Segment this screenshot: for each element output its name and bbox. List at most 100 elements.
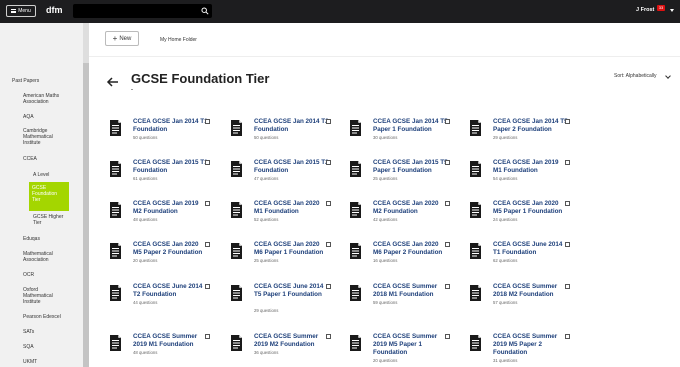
resource-card[interactable]: CCEA GCSE Jan 2019 M1 Foundation 54 quest…: [467, 159, 573, 192]
select-checkbox[interactable]: [205, 201, 210, 206]
card-title[interactable]: CCEA GCSE Jan 2020 M6 Paper 2 Foundation: [373, 241, 449, 257]
card-title[interactable]: CCEA GCSE Jan 2015 T2 Foundation: [254, 159, 330, 175]
card-title[interactable]: CCEA GCSE Jan 2020 M5 Paper 2 Foundation: [133, 241, 209, 257]
sidebar-item-sats[interactable]: SATs: [23, 329, 34, 335]
sidebar-item-eduqas[interactable]: Eduqas: [23, 236, 40, 242]
card-title[interactable]: CCEA GCSE Summer 2019 M2 Foundation: [254, 333, 330, 349]
sidebar-item-gcse-higher-tier[interactable]: GCSE Higher Tier: [33, 214, 69, 226]
resource-card[interactable]: CCEA GCSE Jan 2020 M2 Foundation 42 quest…: [347, 200, 453, 233]
sidebar-item-a-level[interactable]: A Level: [33, 172, 49, 178]
select-checkbox[interactable]: [326, 119, 331, 124]
resource-card[interactable]: CCEA GCSE June 2014 T1 Foundation 62 ques…: [467, 241, 573, 274]
card-title[interactable]: CCEA GCSE Jan 2019 M2 Foundation: [133, 200, 209, 216]
sidebar-item-oxford[interactable]: Oxford Mathematical Institute: [23, 287, 61, 305]
card-title[interactable]: CCEA GCSE Jan 2020 M1 Foundation: [254, 200, 330, 216]
resource-card[interactable]: CCEA GCSE Jan 2015 T1 Foundation 61 quest…: [107, 159, 213, 192]
select-checkbox[interactable]: [445, 119, 450, 124]
card-title[interactable]: CCEA GCSE Summer 2019 M5 Paper 2 Foundat…: [493, 333, 569, 357]
sidebar-item-ocr[interactable]: OCR: [23, 272, 34, 278]
resource-card[interactable]: CCEA GCSE Jan 2014 T5 Paper 1 Foundation…: [347, 118, 453, 151]
card-title[interactable]: CCEA GCSE Jan 2015 T5 Paper 1 Foundation: [373, 159, 449, 175]
sidebar-item-sqa[interactable]: SQA: [23, 344, 34, 350]
select-checkbox[interactable]: [565, 201, 570, 206]
resource-card[interactable]: CCEA GCSE Jan 2014 T5 Paper 2 Foundation…: [467, 118, 573, 151]
resource-card[interactable]: CCEA GCSE June 2014 T5 Paper 1 Foundatio…: [228, 283, 334, 316]
resource-card[interactable]: CCEA GCSE Jan 2014 T1 Foundation 50 quest…: [107, 118, 213, 151]
select-checkbox[interactable]: [565, 160, 570, 165]
select-checkbox[interactable]: [326, 160, 331, 165]
user-name[interactable]: J Frost: [636, 7, 654, 13]
resource-card[interactable]: CCEA GCSE Summer 2019 M1 Foundation 48 qu…: [107, 333, 213, 366]
back-arrow-icon[interactable]: [106, 75, 120, 89]
resource-card[interactable]: CCEA GCSE Jan 2020 M1 Foundation 52 quest…: [228, 200, 334, 233]
menu-button[interactable]: Menu: [6, 5, 36, 17]
resource-card[interactable]: CCEA GCSE Summer 2019 M5 Paper 1 Foundat…: [347, 333, 453, 366]
resource-card[interactable]: CCEA GCSE Jan 2014 T2 Foundation 50 quest…: [228, 118, 334, 151]
select-checkbox[interactable]: [205, 242, 210, 247]
card-title[interactable]: CCEA GCSE June 2014 T2 Foundation: [133, 283, 209, 299]
card-title[interactable]: CCEA GCSE June 2014 T5 Paper 1 Foundatio…: [254, 283, 330, 299]
select-checkbox[interactable]: [205, 284, 210, 289]
select-checkbox[interactable]: [326, 242, 331, 247]
sidebar-item-gcse-foundation-tier[interactable]: GCSE Foundation Tier: [29, 182, 69, 211]
select-checkbox[interactable]: [326, 284, 331, 289]
sort-dropdown[interactable]: Sort: Alphabetically: [614, 73, 657, 79]
select-checkbox[interactable]: [445, 334, 450, 339]
select-checkbox[interactable]: [445, 242, 450, 247]
card-title[interactable]: CCEA GCSE Summer 2019 M1 Foundation: [133, 333, 209, 349]
search-icon[interactable]: [201, 7, 209, 15]
resource-card[interactable]: CCEA GCSE June 2014 T2 Foundation 44 ques…: [107, 283, 213, 316]
card-title[interactable]: CCEA GCSE Summer 2018 M1 Foundation: [373, 283, 449, 299]
sidebar-item-mathematical-association[interactable]: Mathematical Association: [23, 251, 63, 263]
new-button[interactable]: + New: [105, 31, 139, 46]
resource-card[interactable]: CCEA GCSE Jan 2020 M5 Paper 1 Foundation…: [467, 200, 573, 233]
select-checkbox[interactable]: [565, 242, 570, 247]
card-title[interactable]: CCEA GCSE June 2014 T1 Foundation: [493, 241, 569, 257]
user-menu-caret-icon[interactable]: [670, 9, 674, 12]
select-checkbox[interactable]: [326, 201, 331, 206]
sidebar-item-pearson-edexcel[interactable]: Pearson Edexcel: [23, 314, 61, 320]
document-icon: [470, 161, 481, 177]
select-checkbox[interactable]: [445, 284, 450, 289]
card-title[interactable]: CCEA GCSE Jan 2014 T5 Paper 1 Foundation: [373, 118, 449, 134]
select-checkbox[interactable]: [205, 160, 210, 165]
sidebar-item-cambridge[interactable]: Cambridge Mathematical Institute: [23, 128, 61, 146]
card-title[interactable]: CCEA GCSE Jan 2014 T2 Foundation: [254, 118, 330, 134]
card-title[interactable]: CCEA GCSE Jan 2020 M6 Paper 1 Foundation: [254, 241, 330, 257]
card-title[interactable]: CCEA GCSE Jan 2020 M5 Paper 1 Foundation: [493, 200, 569, 216]
resource-card[interactable]: CCEA GCSE Jan 2020 M6 Paper 1 Foundation…: [228, 241, 334, 274]
resource-card[interactable]: CCEA GCSE Jan 2015 T5 Paper 1 Foundation…: [347, 159, 453, 192]
card-title[interactable]: CCEA GCSE Jan 2020 M2 Foundation: [373, 200, 449, 216]
notification-badge[interactable]: 33: [657, 5, 665, 11]
sidebar-item-american-maths-association[interactable]: American Maths Association: [23, 93, 73, 105]
select-checkbox[interactable]: [565, 119, 570, 124]
card-title[interactable]: CCEA GCSE Jan 2019 M1 Foundation: [493, 159, 569, 175]
select-checkbox[interactable]: [565, 334, 570, 339]
resource-card[interactable]: CCEA GCSE Summer 2018 M1 Foundation 59 qu…: [347, 283, 453, 316]
resource-card[interactable]: CCEA GCSE Summer 2018 M2 Foundation 57 qu…: [467, 283, 573, 316]
card-title[interactable]: CCEA GCSE Jan 2014 T5 Paper 2 Foundation: [493, 118, 569, 134]
sidebar-item-ukmt[interactable]: UKMT: [23, 359, 37, 365]
select-checkbox[interactable]: [205, 334, 210, 339]
select-checkbox[interactable]: [326, 334, 331, 339]
app-logo[interactable]: dfm: [46, 5, 63, 15]
select-checkbox[interactable]: [205, 119, 210, 124]
sidebar-item-ccea[interactable]: CCEA: [23, 156, 37, 162]
card-title[interactable]: CCEA GCSE Summer 2019 M5 Paper 1 Foundat…: [373, 333, 449, 357]
select-checkbox[interactable]: [445, 201, 450, 206]
breadcrumb-home-folder[interactable]: My Home Folder: [160, 37, 197, 43]
select-checkbox[interactable]: [565, 284, 570, 289]
resource-card[interactable]: CCEA GCSE Jan 2020 M5 Paper 2 Foundation…: [107, 241, 213, 274]
resource-card[interactable]: CCEA GCSE Jan 2020 M6 Paper 2 Foundation…: [347, 241, 453, 274]
resource-card[interactable]: CCEA GCSE Summer 2019 M2 Foundation 36 qu…: [228, 333, 334, 366]
card-title[interactable]: CCEA GCSE Jan 2014 T1 Foundation: [133, 118, 209, 134]
search-input[interactable]: [77, 6, 195, 16]
card-title[interactable]: CCEA GCSE Summer 2018 M2 Foundation: [493, 283, 569, 299]
resource-card[interactable]: CCEA GCSE Summer 2019 M5 Paper 2 Foundat…: [467, 333, 573, 366]
resource-card[interactable]: CCEA GCSE Jan 2019 M2 Foundation 48 quest…: [107, 200, 213, 233]
sidebar-item-past-papers[interactable]: Past Papers: [12, 78, 39, 84]
card-title[interactable]: CCEA GCSE Jan 2015 T1 Foundation: [133, 159, 209, 175]
select-checkbox[interactable]: [445, 160, 450, 165]
resource-card[interactable]: CCEA GCSE Jan 2015 T2 Foundation 47 quest…: [228, 159, 334, 192]
sidebar-item-aqa[interactable]: AQA: [23, 114, 34, 120]
